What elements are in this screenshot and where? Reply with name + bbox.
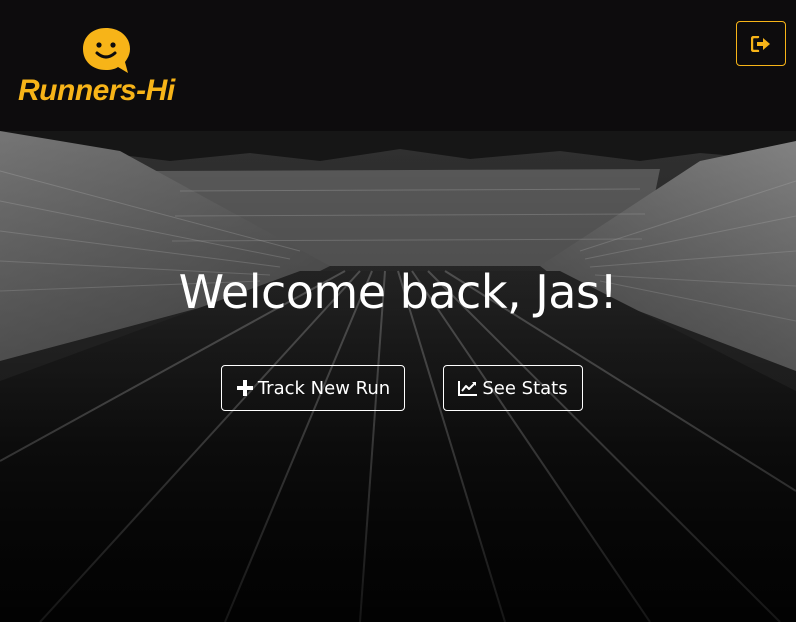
track-new-run-button[interactable]: Track New Run bbox=[221, 365, 405, 411]
brand-logo[interactable]: Runners-Hi bbox=[18, 24, 208, 114]
plus-icon bbox=[236, 380, 253, 396]
hero-section: Welcome back, Jas! Track New Run See Sta… bbox=[0, 131, 796, 622]
see-stats-label: See Stats bbox=[482, 377, 568, 399]
app-root: Runners-Hi Welcome back, Jas! Track New … bbox=[0, 0, 796, 622]
sign-out-icon bbox=[751, 35, 770, 52]
welcome-heading: Welcome back, Jas! bbox=[178, 265, 618, 319]
track-new-run-label: Track New Run bbox=[257, 377, 391, 399]
brand-name: Runners-Hi bbox=[18, 74, 175, 107]
logout-button[interactable] bbox=[736, 21, 786, 66]
see-stats-button[interactable]: See Stats bbox=[443, 365, 583, 411]
line-chart-icon bbox=[458, 381, 478, 396]
top-header: Runners-Hi bbox=[0, 0, 796, 131]
smiley-speech-bubble-icon bbox=[83, 28, 130, 73]
